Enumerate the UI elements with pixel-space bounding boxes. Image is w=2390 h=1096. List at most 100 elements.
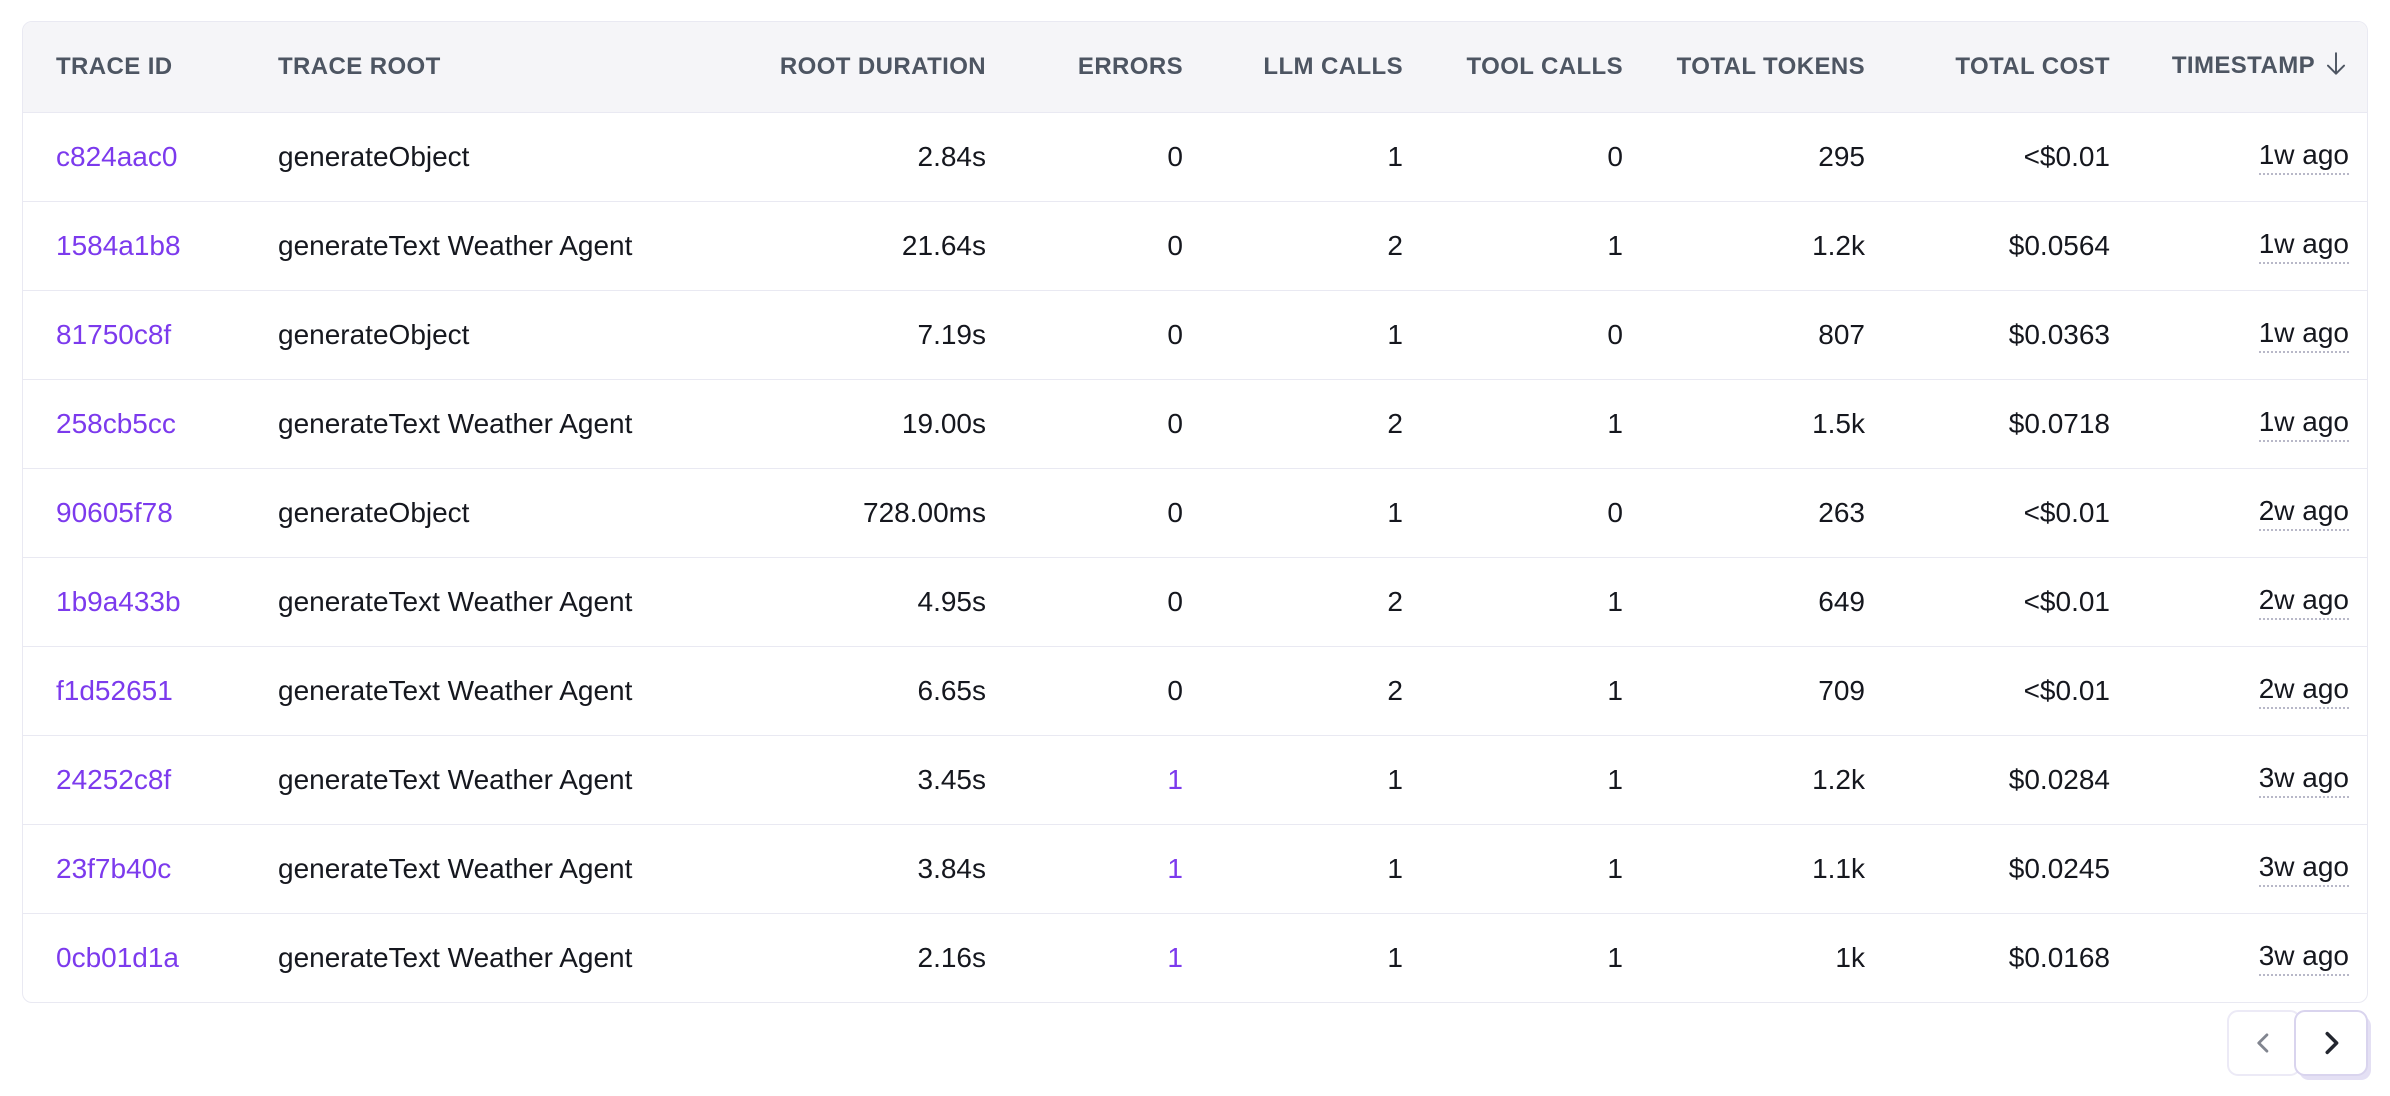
root-duration-cell: 19.00s — [701, 379, 1011, 468]
tool-calls-cell: 1 — [1428, 824, 1648, 913]
table-row: 24252c8fgenerateText Weather Agent3.45s1… — [23, 735, 2367, 824]
errors-cell: 0 — [1011, 290, 1208, 379]
table-row: c824aac0generateObject2.84s010295<$0.011… — [23, 112, 2367, 201]
errors-value: 1 — [1167, 764, 1183, 795]
trace-root-value: generateText Weather Agent — [278, 853, 632, 884]
trace-root-cell: generateText Weather Agent — [256, 646, 701, 735]
prev-page-button[interactable] — [2227, 1010, 2301, 1076]
trace-root-value: generateText Weather Agent — [278, 942, 632, 973]
total-tokens-cell: 1k — [1648, 913, 1890, 1002]
trace-id-link[interactable]: 258cb5cc — [56, 408, 176, 439]
trace-id-link[interactable]: 1b9a433b — [56, 586, 181, 617]
errors-value: 0 — [1167, 408, 1183, 439]
trace-root-value: generateObject — [278, 319, 469, 350]
llm-calls-value: 2 — [1387, 408, 1403, 439]
errors-cell: 0 — [1011, 557, 1208, 646]
llm-calls-cell: 2 — [1208, 557, 1428, 646]
root-duration-value: 728.00ms — [863, 497, 986, 528]
trace-root-cell: generateText Weather Agent — [256, 557, 701, 646]
timestamp-cell: 1w ago — [2135, 201, 2367, 290]
trace-id-cell: 1b9a433b — [23, 557, 256, 646]
column-label: TRACE ID — [56, 53, 173, 80]
errors-value: 1 — [1167, 942, 1183, 973]
column-header-errors[interactable]: ERRORS — [1011, 22, 1208, 112]
total-tokens-cell: 709 — [1648, 646, 1890, 735]
pagination — [2227, 1010, 2368, 1076]
root-duration-value: 7.19s — [918, 319, 987, 350]
errors-cell: 1 — [1011, 824, 1208, 913]
table-row: 1584a1b8generateText Weather Agent21.64s… — [23, 201, 2367, 290]
tool-calls-cell: 1 — [1428, 379, 1648, 468]
timestamp-value: 3w ago — [2259, 852, 2349, 888]
timestamp-cell: 1w ago — [2135, 290, 2367, 379]
total-cost-cell: $0.0363 — [1890, 290, 2135, 379]
root-duration-cell: 2.84s — [701, 112, 1011, 201]
total-cost-cell: $0.0718 — [1890, 379, 2135, 468]
trace-id-link[interactable]: f1d52651 — [56, 675, 173, 706]
table-row: f1d52651 generateText Weather Agent 6.65s 0… — [23, 646, 2367, 735]
chevron-right-icon — [2316, 1028, 2346, 1058]
trace-id-link[interactable]: 24252c8f — [56, 764, 171, 795]
llm-calls-cell: 1 — [1208, 824, 1428, 913]
trace-id-cell: 258cb5cc — [23, 379, 256, 468]
column-header-total-tokens[interactable]: TOTAL TOKENS — [1648, 22, 1890, 112]
trace-root-value: generateText Weather Agent — [278, 586, 632, 617]
root-duration-value: 6.65s — [918, 675, 987, 706]
llm-calls-value: 1 — [1387, 497, 1403, 528]
column-header-tool-calls[interactable]: TOOL CALLS — [1428, 22, 1648, 112]
trace-id-link[interactable]: 90605f78 — [56, 497, 173, 528]
tool-calls-value: 0 — [1607, 141, 1623, 172]
column-header-llm-calls[interactable]: LLM CALLS — [1208, 22, 1428, 112]
llm-calls-value: 2 — [1387, 675, 1403, 706]
tool-calls-cell: 0 — [1428, 468, 1648, 557]
column-header-timestamp[interactable]: TIMESTAMP — [2135, 22, 2367, 112]
column-header-trace-id[interactable]: TRACE ID — [23, 22, 256, 112]
errors-value: 0 — [1167, 141, 1183, 172]
column-header-trace-root[interactable]: TRACE ROOT — [256, 22, 701, 112]
table-row: 258cb5cc generateText Weather Agent 19.00s… — [23, 379, 2367, 468]
timestamp-value: 2w ago — [2259, 496, 2349, 532]
trace-id-link[interactable]: c824aac0 — [56, 141, 177, 172]
trace-root-value: generateText Weather Agent — [278, 408, 632, 439]
total-cost-cell: $0.0564 — [1890, 201, 2135, 290]
column-label: ERRORS — [1078, 53, 1183, 80]
root-duration-cell: 7.19s — [701, 290, 1011, 379]
llm-calls-value: 1 — [1387, 141, 1403, 172]
column-header-total-cost[interactable]: TOTAL COST — [1890, 22, 2135, 112]
trace-id-link[interactable]: 0cb01d1a — [56, 942, 179, 973]
llm-calls-value: 1 — [1387, 942, 1403, 973]
tool-calls-value: 0 — [1607, 497, 1623, 528]
total-cost-value: $0.0718 — [2009, 408, 2110, 439]
trace-root-cell: generateText Weather Agent — [256, 913, 701, 1002]
llm-calls-cell: 1 — [1208, 290, 1428, 379]
root-duration-value: 2.16s — [918, 942, 987, 973]
next-page-button[interactable] — [2294, 1010, 2368, 1076]
llm-calls-cell: 1 — [1208, 735, 1428, 824]
trace-id-link[interactable]: 23f7b40c — [56, 853, 171, 884]
total-cost-value: <$0.01 — [2024, 675, 2110, 706]
total-cost-value: $0.0245 — [2009, 853, 2110, 884]
total-tokens-value: 1.2k — [1812, 230, 1865, 261]
trace-root-value: generateObject — [278, 141, 469, 172]
llm-calls-value: 1 — [1387, 853, 1403, 884]
errors-cell: 0 — [1011, 112, 1208, 201]
trace-root-value: generateText Weather Agent — [278, 675, 632, 706]
trace-root-cell: generateText Weather Agent — [256, 201, 701, 290]
column-header-root-duration[interactable]: ROOT DURATION — [701, 22, 1011, 112]
trace-id-cell: 0cb01d1a — [23, 913, 256, 1002]
trace-root-cell: generateObject — [256, 112, 701, 201]
errors-value: 0 — [1167, 675, 1183, 706]
trace-id-link[interactable]: 1584a1b8 — [56, 230, 181, 261]
trace-id-link[interactable]: 81750c8f — [56, 319, 171, 350]
llm-calls-value: 2 — [1387, 230, 1403, 261]
llm-calls-value: 1 — [1387, 764, 1403, 795]
root-duration-value: 2.84s — [918, 141, 987, 172]
table-row: 0cb01d1a generateText Weather Agent 2.16s 1… — [23, 913, 2367, 1002]
tool-calls-value: 1 — [1607, 586, 1623, 617]
errors-cell: 0 — [1011, 646, 1208, 735]
timestamp-value: 3w ago — [2259, 941, 2349, 977]
total-tokens-value: 709 — [1818, 675, 1865, 706]
errors-cell: 0 — [1011, 379, 1208, 468]
total-tokens-cell: 1.2k — [1648, 201, 1890, 290]
total-cost-value: <$0.01 — [2024, 586, 2110, 617]
